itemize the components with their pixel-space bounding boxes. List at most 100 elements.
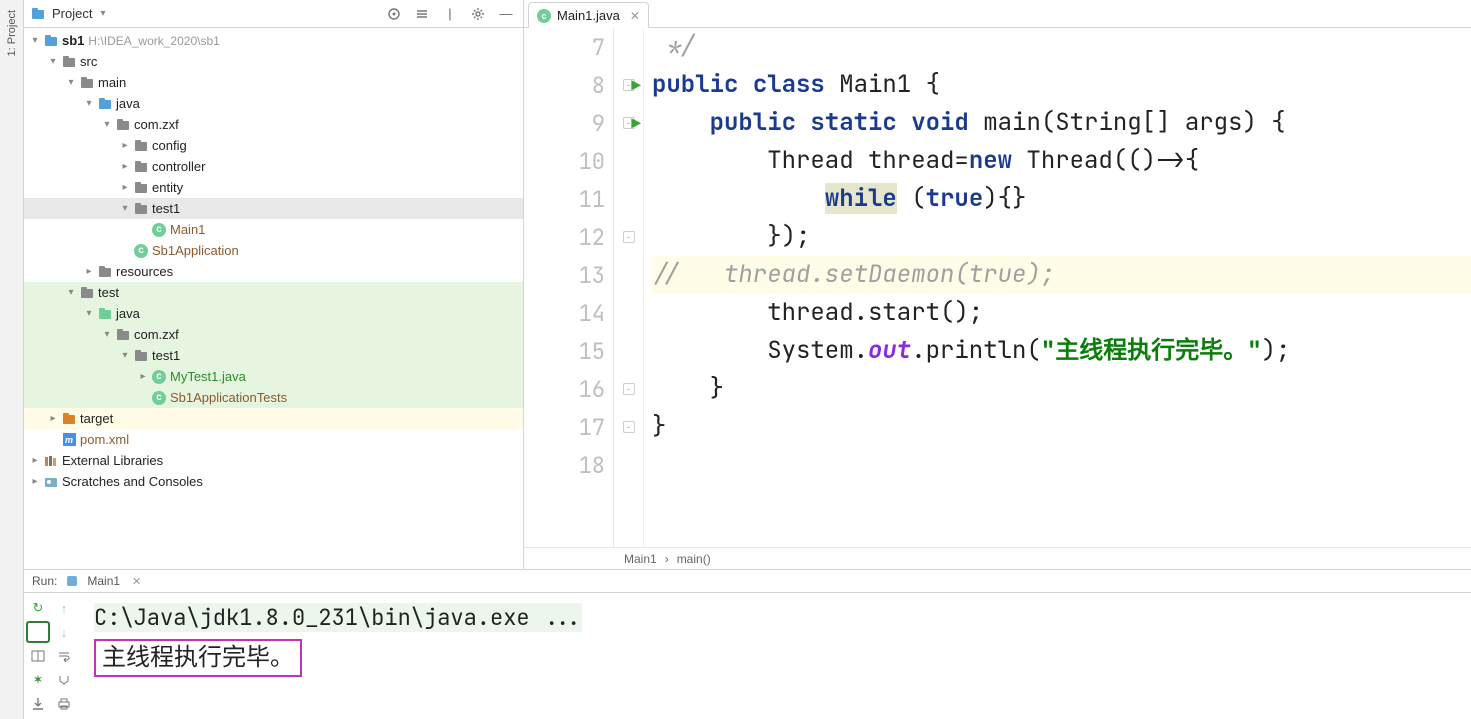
package-icon xyxy=(132,181,150,195)
editor-tabs: c Main1.java ✕ xyxy=(524,0,1471,28)
class-icon: c xyxy=(150,370,168,384)
run-gutter-icon[interactable]: ▶ xyxy=(631,113,641,134)
tree-scratches[interactable]: ▸Scratches and Consoles xyxy=(24,471,523,492)
print-icon[interactable] xyxy=(52,693,76,715)
up-stack-icon[interactable]: ↑ xyxy=(52,597,76,619)
tree-resources[interactable]: ▸resources xyxy=(24,261,523,282)
tree-pom[interactable]: ▸mpom.xml xyxy=(24,429,523,450)
breadcrumb-method[interactable]: main() xyxy=(677,552,711,566)
scroll-to-end-icon[interactable] xyxy=(52,669,76,691)
tree-sb1application[interactable]: ▸cSb1Application xyxy=(24,240,523,261)
tree-sb1apptests[interactable]: ▸cSb1ApplicationTests xyxy=(24,387,523,408)
close-tab-icon[interactable]: ✕ xyxy=(630,9,640,23)
tree-root[interactable]: ▾ sb1H:\IDEA_work_2020\sb1 xyxy=(24,30,523,51)
soft-wrap-icon[interactable] xyxy=(52,645,76,667)
editor-tab-label: Main1.java xyxy=(557,8,620,23)
close-run-tab-icon[interactable]: ✕ xyxy=(132,575,141,588)
fold-toggle-icon[interactable]: - xyxy=(623,421,635,433)
fold-toggle-icon[interactable]: - xyxy=(623,231,635,243)
excluded-folder-icon xyxy=(60,412,78,426)
folder-icon xyxy=(78,76,96,90)
tree-mytest1[interactable]: ▸cMyTest1.java xyxy=(24,366,523,387)
tree-target[interactable]: ▸target xyxy=(24,408,523,429)
line-number: 12 xyxy=(524,218,613,256)
line-number: 13 xyxy=(524,256,613,294)
tree-src[interactable]: ▾ src xyxy=(24,51,523,72)
line-number: 17 xyxy=(524,408,613,446)
line-number: 18 xyxy=(524,446,613,484)
fold-gutter: - - - - - xyxy=(614,28,644,547)
run-config-name[interactable]: Main1 xyxy=(87,574,120,588)
tree-entity[interactable]: ▸entity xyxy=(24,177,523,198)
package-icon xyxy=(132,139,150,153)
tree-pkg-test[interactable]: ▾com.zxf xyxy=(24,324,523,345)
line-number: 11 xyxy=(524,180,613,218)
tree-controller[interactable]: ▸controller xyxy=(24,156,523,177)
module-icon xyxy=(42,34,60,48)
run-config-icon xyxy=(65,574,79,588)
expand-all-icon[interactable] xyxy=(411,3,433,25)
maven-file-icon: m xyxy=(60,433,78,446)
class-icon: c xyxy=(150,391,168,405)
fold-toggle-icon[interactable]: - xyxy=(623,383,635,395)
run-toolbar: ↻ ↑ ↓ ✶ xyxy=(24,593,80,719)
class-icon: c xyxy=(537,9,551,23)
libraries-icon xyxy=(42,455,60,467)
line-number: 9▶ xyxy=(524,104,613,142)
package-icon xyxy=(132,202,150,216)
left-tool-rail: 1: Project xyxy=(0,0,24,719)
project-view-icon xyxy=(30,6,46,22)
tree-test1-testpkg[interactable]: ▾test1 xyxy=(24,345,523,366)
run-panel: Run: Main1 ✕ ↻ ↑ ↓ ✶ xyxy=(24,569,1471,719)
down-stack-icon[interactable]: ↓ xyxy=(52,621,76,643)
tree-test[interactable]: ▾test xyxy=(24,282,523,303)
line-number: 14 xyxy=(524,294,613,332)
project-panel-header: Project ▾ | — xyxy=(24,0,523,28)
line-number: 15 xyxy=(524,332,613,370)
layout-icon[interactable] xyxy=(26,645,50,667)
code-editor[interactable]: */ public class Main1 { public static vo… xyxy=(644,28,1471,547)
tree-main[interactable]: ▾ main xyxy=(24,72,523,93)
project-tool-tab[interactable]: 1: Project xyxy=(6,4,18,62)
tree-test1-pkg[interactable]: ▾test1 xyxy=(24,198,523,219)
chevron-right-icon: › xyxy=(665,552,669,566)
package-icon xyxy=(114,118,132,132)
project-tree[interactable]: ▾ sb1H:\IDEA_work_2020\sb1 ▾ src ▾ xyxy=(24,28,523,569)
editor-tab-main1[interactable]: c Main1.java ✕ xyxy=(528,2,649,28)
tree-main1-class[interactable]: ▸cMain1 xyxy=(24,219,523,240)
project-view-dropdown[interactable]: ▾ xyxy=(100,8,105,19)
stop-button[interactable] xyxy=(26,621,50,643)
tree-pkg[interactable]: ▾ com.zxf xyxy=(24,114,523,135)
test-folder-icon xyxy=(96,307,114,321)
debug-settings-icon[interactable]: ✶ xyxy=(26,669,50,691)
package-icon xyxy=(132,349,150,363)
line-number: 16 xyxy=(524,370,613,408)
hide-panel-icon[interactable]: — xyxy=(495,3,517,25)
export-icon[interactable] xyxy=(26,693,50,715)
run-gutter-icon[interactable]: ▶ xyxy=(631,75,641,96)
tree-external-libraries[interactable]: ▸External Libraries xyxy=(24,450,523,471)
editor-gutter: 7 8▶ 9▶ 10 11 12 13 14 15 16 17 18 xyxy=(524,28,614,547)
gear-icon[interactable] xyxy=(467,3,489,25)
folder-icon xyxy=(78,286,96,300)
tree-java-main[interactable]: ▾ java xyxy=(24,93,523,114)
run-console[interactable]: C:\Java\jdk1.8.0_231\bin\java.exe ... 主线… xyxy=(80,593,1471,719)
line-number: 8▶ xyxy=(524,66,613,104)
editor-area: c Main1.java ✕ 7 8▶ 9▶ 10 11 12 13 14 xyxy=(524,0,1471,569)
console-output-highlight: 主线程执行完毕。 xyxy=(94,639,302,677)
resources-folder-icon xyxy=(96,265,114,279)
scratches-icon xyxy=(42,475,60,489)
tree-java-test[interactable]: ▾java xyxy=(24,303,523,324)
line-number: 7 xyxy=(524,28,613,66)
class-icon: c xyxy=(132,244,150,258)
source-folder-icon xyxy=(96,97,114,111)
rerun-icon[interactable]: ↻ xyxy=(26,597,50,619)
package-icon xyxy=(132,160,150,174)
tree-config[interactable]: ▸config xyxy=(24,135,523,156)
breadcrumb-class[interactable]: Main1 xyxy=(624,552,657,566)
project-panel: Project ▾ | — ▾ sb1H:\IDEA_work_202 xyxy=(24,0,524,569)
locate-icon[interactable] xyxy=(383,3,405,25)
run-label: Run: xyxy=(32,574,57,588)
folder-icon xyxy=(60,55,78,69)
editor-breadcrumb[interactable]: Main1 › main() xyxy=(524,547,1471,569)
